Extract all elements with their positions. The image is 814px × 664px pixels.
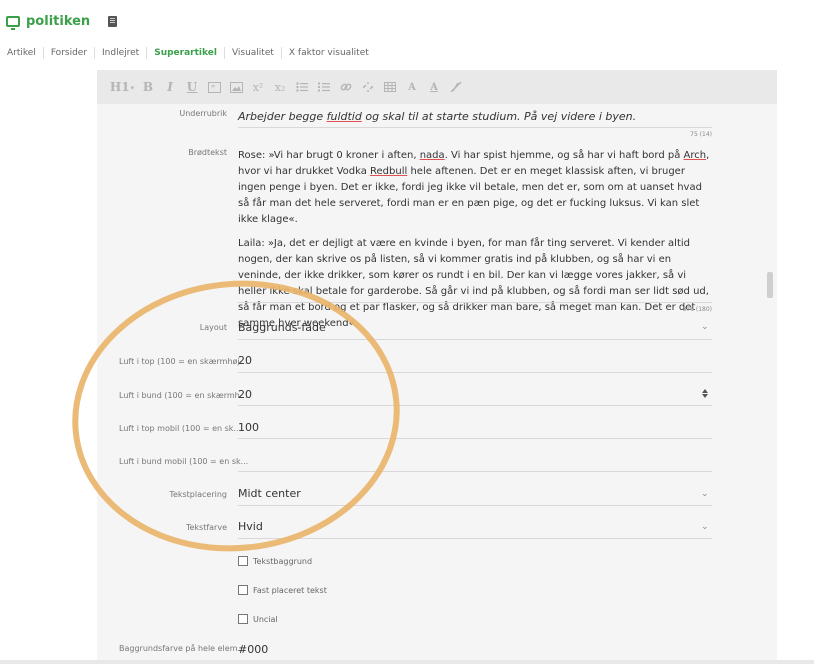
monitor-icon — [6, 16, 20, 30]
layout-label: Layout — [199, 323, 227, 332]
quote-icon[interactable]: " — [203, 76, 225, 98]
editor-toolbar: H1 ▾ B I U " x² x₂ A A — [97, 70, 777, 104]
brodtekst-count: 876 (180) — [682, 306, 713, 313]
underrubrik-count: 75 (14) — [690, 131, 712, 138]
superscript-icon[interactable]: x² — [247, 76, 269, 98]
tab-superartikel[interactable]: Superartikel — [147, 47, 225, 59]
brand[interactable]: politiken — [6, 14, 118, 30]
subscript-icon[interactable]: x₂ — [269, 76, 291, 98]
checkbox-box[interactable] — [238, 585, 248, 595]
brand-name: politiken — [26, 14, 91, 29]
brodtekst-paragraph-2: Laila: »Ja, det er dejligt at være en kv… — [238, 238, 709, 329]
brodtekst-underline — [238, 302, 712, 303]
tekstplacering-underline — [238, 505, 712, 506]
underrubrik-underline — [238, 127, 712, 128]
luft-bund-label: Luft i bund (100 = en skærmh... — [119, 391, 248, 400]
layout-chevron-down-icon[interactable]: ⌄ — [701, 322, 709, 332]
list-icon[interactable] — [291, 76, 313, 98]
tekstfarve-select[interactable]: Hvid — [238, 520, 263, 533]
bold-icon[interactable]: B — [137, 76, 159, 98]
underline-icon[interactable]: U — [181, 76, 203, 98]
brodtekst-label: Brødtekst — [188, 148, 227, 157]
layout-underline — [238, 339, 712, 340]
background-color-icon[interactable]: A — [423, 76, 445, 98]
tekstplacering-select[interactable]: Midt center — [238, 487, 301, 500]
brodtekst-field[interactable]: Rose: »Vi har brugt 0 kroner i aften, na… — [238, 148, 716, 340]
luft-bund-stepper[interactable] — [701, 388, 709, 399]
layout-select[interactable]: Baggrunds-fade — [238, 321, 326, 334]
image-icon[interactable] — [225, 76, 247, 98]
underrubrik-label: Underrubrik — [179, 109, 227, 118]
tab-visualitet[interactable]: Visualitet — [225, 47, 282, 59]
baggrundsfarve-input[interactable]: #000 — [238, 643, 268, 656]
luft-top-input[interactable]: 20 — [238, 354, 252, 367]
tekstplacering-label: Tekstplacering — [169, 490, 227, 499]
luft-top-underline — [238, 372, 712, 373]
clear-format-icon[interactable] — [445, 76, 467, 98]
superartikel-form: Underrubrik Arbejder begge fuldtid og sk… — [97, 104, 777, 660]
tekstfarve-underline — [238, 538, 712, 539]
italic-icon[interactable]: I — [159, 76, 181, 98]
tekstfarve-chevron-down-icon[interactable]: ⌄ — [701, 522, 709, 532]
brodtekst-paragraph-1: Rose: »Vi har brugt 0 kroner i aften, na… — [238, 150, 710, 225]
unlink-icon[interactable] — [357, 76, 379, 98]
checkbox-label: Tekstbaggrund — [253, 556, 313, 566]
tab-forsider[interactable]: Forsider — [44, 47, 96, 59]
top-bar: politiken — [0, 0, 814, 40]
table-icon[interactable] — [379, 76, 401, 98]
tekstfarve-label: Tekstfarve — [185, 523, 227, 532]
checkbox-uncial[interactable]: Uncial — [238, 614, 278, 624]
checkbox-label: Uncial — [253, 614, 278, 624]
tekstplacering-chevron-down-icon[interactable]: ⌄ — [701, 489, 709, 499]
luft-bund-mobil-label: Luft i bund mobil (100 = en sk... — [119, 457, 249, 466]
tab-x-faktor-visualitet[interactable]: X faktor visualitet — [282, 47, 376, 59]
baggrundsfarve-label: Baggrundsfarve på hele elem... — [119, 644, 246, 653]
luft-bund-underline — [238, 405, 712, 406]
luft-bund-mobil-underline — [238, 471, 712, 472]
ordered-list-icon[interactable] — [313, 76, 335, 98]
heading-icon[interactable]: H1 ▾ — [107, 76, 137, 98]
tab-artikel[interactable]: Artikel — [0, 47, 44, 59]
checkbox-fast-placeret-tekst[interactable]: Fast placeret tekst — [238, 585, 327, 595]
tab-indlejret[interactable]: Indlejret — [95, 47, 148, 59]
book-icon[interactable] — [108, 16, 118, 27]
checkbox-label: Fast placeret tekst — [253, 585, 327, 595]
underrubrik-field[interactable]: Arbejder begge fuldtid og skal til at st… — [238, 110, 636, 123]
bottom-bar — [0, 660, 814, 664]
link-icon[interactable] — [335, 76, 357, 98]
scrollbar-thumb[interactable] — [767, 272, 773, 298]
font-color-icon[interactable]: A — [401, 76, 423, 98]
luft-top-mobil-underline — [238, 438, 712, 439]
luft-top-label: Luft i top (100 = en skærmhøj... — [119, 357, 248, 366]
checkbox-tekstbaggrund[interactable]: Tekstbaggrund — [238, 556, 312, 566]
checkbox-box[interactable] — [238, 614, 248, 624]
luft-bund-input[interactable]: 20 — [238, 388, 252, 401]
tab-bar: Artikel Forsider Indlejret Superartikel … — [0, 42, 376, 64]
luft-top-mobil-label: Luft i top mobil (100 = en sk... — [119, 424, 242, 433]
luft-top-mobil-input[interactable]: 100 — [238, 421, 259, 434]
svg-text:": " — [211, 83, 215, 93]
checkbox-box[interactable] — [238, 556, 248, 566]
